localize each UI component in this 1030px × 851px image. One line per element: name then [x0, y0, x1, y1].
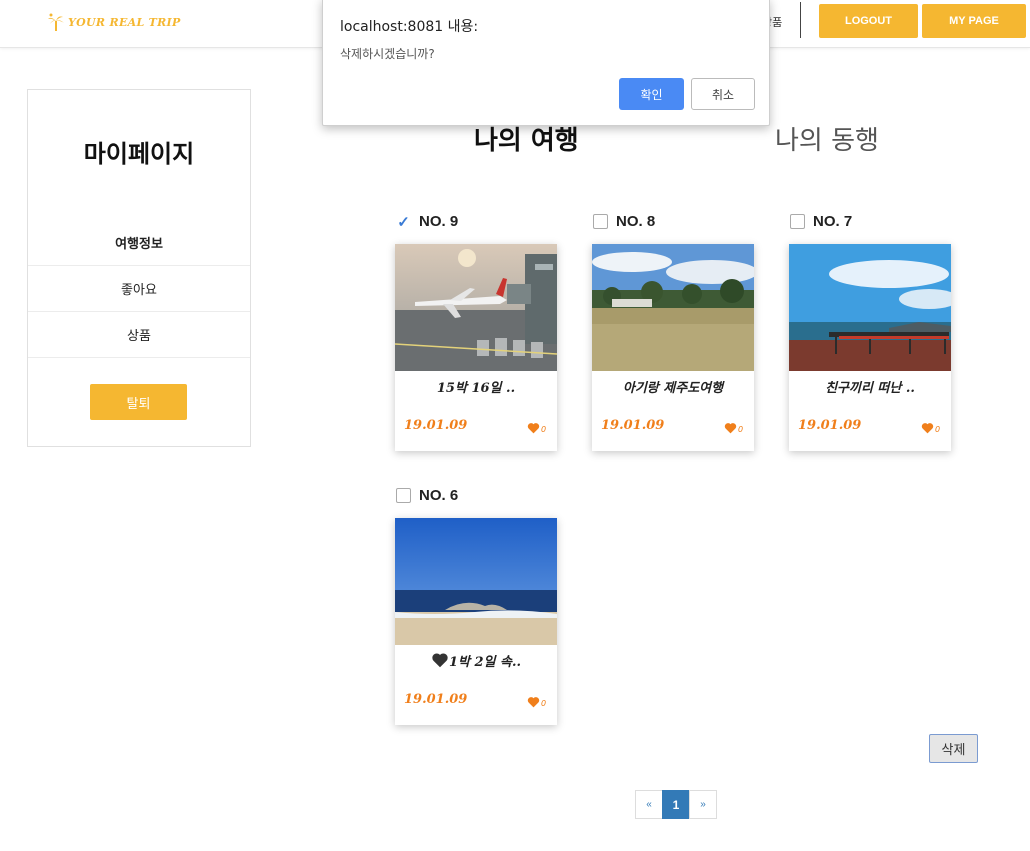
beach-icon: [395, 518, 557, 645]
like-count[interactable]: 0: [527, 696, 546, 708]
trip-card[interactable]: 아기랑 제주도여행 19.01.09 0: [592, 244, 754, 451]
card-header: NO. 7: [790, 213, 852, 230]
card-title: 친구끼리 떠난 ..: [825, 381, 915, 396]
like-count-value: 0: [738, 425, 744, 434]
unchecked-checkbox[interactable]: [396, 488, 411, 503]
palm-tree-icon: [48, 13, 64, 31]
dialog-cancel-button[interactable]: 취소: [691, 78, 755, 110]
like-count[interactable]: 0: [527, 422, 546, 434]
checked-checkbox[interactable]: ✓: [396, 214, 411, 231]
unchecked-checkbox[interactable]: [593, 214, 608, 229]
pagination: « 1 »: [635, 790, 717, 819]
heart-icon: [432, 653, 448, 668]
delete-button[interactable]: 삭제: [929, 734, 978, 763]
logout-button[interactable]: LOGOUT: [819, 4, 918, 38]
dialog-message: 삭제하시겠습니까?: [340, 47, 435, 61]
card-number: NO. 8: [616, 213, 656, 230]
like-count-value: 0: [541, 699, 547, 708]
pagination-next[interactable]: »: [689, 790, 717, 819]
card-number: NO. 7: [813, 213, 853, 230]
confirm-dialog: localhost:8081 내용: 삭제하시겠습니까? 확인 취소: [322, 0, 770, 126]
sidebar-item-products[interactable]: 상품: [28, 312, 250, 358]
card-header: NO. 8: [593, 213, 655, 230]
trip-card[interactable]: 친구끼리 떠난 .. 19.01.09 0: [789, 244, 951, 451]
card-title: 15박 16일 ..: [436, 381, 516, 396]
withdraw-button[interactable]: 탈퇴: [90, 384, 187, 420]
like-count-value: 0: [541, 425, 547, 434]
trip-card[interactable]: 1박 2일 속.. 19.01.09 0: [395, 518, 557, 725]
card-header: NO. 6: [396, 487, 458, 504]
tab-my-companion[interactable]: 나의 동행: [775, 120, 879, 157]
heart-icon: [921, 423, 934, 434]
seaside-terrace-icon: [789, 244, 951, 371]
unchecked-checkbox[interactable]: [790, 214, 805, 229]
pagination-page-current[interactable]: 1: [662, 790, 690, 819]
nav-divider: [800, 2, 801, 38]
site-logo[interactable]: YOUR REAL TRIP: [48, 13, 181, 31]
dialog-ok-button[interactable]: 확인: [619, 78, 684, 110]
card-date: 19.01.09: [798, 418, 862, 433]
like-count[interactable]: 0: [921, 422, 940, 434]
card-header: ✓ NO. 9: [396, 213, 459, 231]
card-title: 1박 2일 속..: [395, 651, 557, 670]
card-date: 19.01.09: [601, 418, 665, 433]
heart-icon: [724, 423, 737, 434]
dialog-title: localhost:8081 내용:: [340, 19, 479, 35]
card-number: NO. 6: [419, 487, 459, 504]
pagination-prev[interactable]: «: [635, 790, 663, 819]
heart-icon: [527, 697, 540, 708]
card-number: NO. 9: [419, 213, 459, 230]
heart-icon: [527, 423, 540, 434]
field-icon: [592, 244, 754, 371]
mypage-button[interactable]: MY PAGE: [922, 4, 1026, 38]
trip-card[interactable]: 15박 16일 .. 19.01.09 0: [395, 244, 557, 451]
mypage-sidebar: 마이페이지 여행정보 좋아요 상품 탈퇴: [27, 89, 251, 447]
card-title-text: 1박 2일 속..: [448, 655, 522, 670]
sidebar-title: 마이페이지: [83, 140, 195, 168]
card-title: 아기랑 제주도여행: [622, 381, 724, 396]
card-date: 19.01.09: [404, 418, 468, 433]
card-date: 19.01.09: [404, 692, 468, 707]
like-count-value: 0: [935, 425, 941, 434]
sidebar-item-trip-info[interactable]: 여행정보: [28, 220, 250, 266]
like-count[interactable]: 0: [724, 422, 743, 434]
airport-icon: [395, 244, 557, 371]
logo-text: YOUR REAL TRIP: [68, 15, 181, 29]
sidebar-item-likes[interactable]: 좋아요: [28, 266, 250, 312]
